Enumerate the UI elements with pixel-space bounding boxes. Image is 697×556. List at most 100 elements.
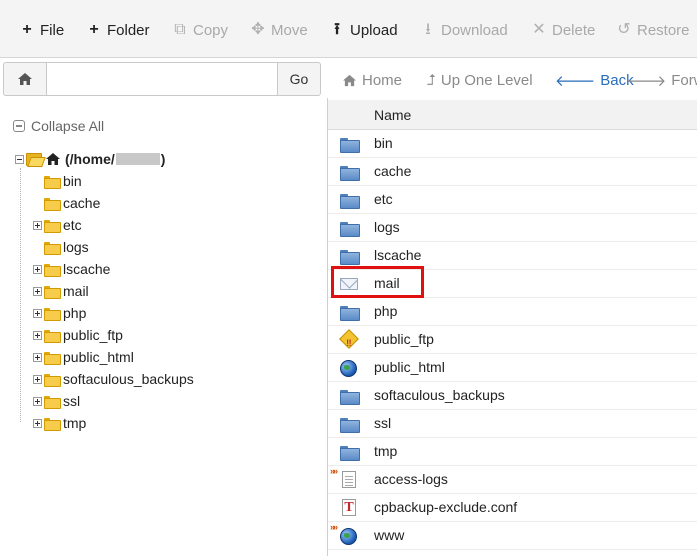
expand-toggle-icon[interactable] bbox=[33, 286, 42, 296]
expand-toggle-icon[interactable] bbox=[33, 418, 42, 428]
new-file-button[interactable]: + File bbox=[19, 20, 64, 40]
go-label: Go bbox=[289, 71, 309, 87]
plus-icon: + bbox=[89, 21, 99, 38]
download-icon: ⭳ bbox=[425, 21, 431, 38]
file-row-ssl[interactable]: ssl bbox=[328, 410, 697, 438]
expand-toggle-icon[interactable] bbox=[33, 220, 42, 230]
copy-button[interactable]: ⧉ Copy bbox=[172, 20, 228, 40]
restore-button[interactable]: ↺ Restore bbox=[616, 20, 690, 40]
upload-button[interactable]: ⭱ Upload bbox=[329, 20, 397, 40]
tree-item-cache[interactable]: cache bbox=[33, 194, 100, 212]
tree-item-label: public_ftp bbox=[63, 327, 123, 343]
restore-label: Restore bbox=[637, 21, 690, 39]
tree-item-label: softaculous_backups bbox=[63, 371, 194, 387]
name-column-header[interactable]: Name bbox=[374, 107, 411, 123]
tree-item-public-html[interactable]: public_html bbox=[33, 348, 134, 366]
tree-item-label: etc bbox=[63, 217, 82, 233]
folder-icon bbox=[44, 175, 61, 189]
expand-toggle-icon[interactable] bbox=[33, 352, 42, 362]
tree-item-lscache[interactable]: lscache bbox=[33, 260, 110, 278]
tree-item-bin[interactable]: bin bbox=[33, 172, 82, 190]
expand-toggle-icon[interactable] bbox=[33, 330, 42, 340]
ftp-icon: ‼ bbox=[339, 329, 359, 349]
tree-root[interactable]: (/home/ ) bbox=[15, 150, 165, 168]
tree-item-public-ftp[interactable]: public_ftp bbox=[33, 326, 123, 344]
folder-icon bbox=[44, 285, 61, 299]
tree-item-label: cache bbox=[63, 195, 101, 211]
file-row-bin[interactable]: bin bbox=[328, 130, 697, 158]
file-row-softaculous-backups[interactable]: softaculous_backups bbox=[328, 382, 697, 410]
upload-icon: ⭱ bbox=[334, 21, 340, 38]
plus-icon: + bbox=[22, 21, 32, 38]
tree-item-softaculous-backups[interactable]: softaculous_backups bbox=[33, 370, 194, 388]
expand-toggle-icon[interactable] bbox=[33, 308, 42, 318]
file-row-public-html[interactable]: public_html bbox=[328, 354, 697, 382]
file-row-php[interactable]: php bbox=[328, 298, 697, 326]
forward-button[interactable]: 🡒 Forward bbox=[626, 70, 697, 90]
file-row-etc[interactable]: etc bbox=[328, 186, 697, 214]
new-folder-button[interactable]: + Folder bbox=[86, 20, 149, 40]
arrow-left-icon: 🡐 bbox=[555, 72, 596, 90]
folder-icon bbox=[44, 219, 61, 233]
file-name-label: lscache bbox=[374, 247, 422, 263]
delete-button[interactable]: ✕ Delete bbox=[531, 20, 595, 40]
home-icon bbox=[18, 73, 32, 85]
file-row-public-ftp[interactable]: ‼ public_ftp bbox=[328, 326, 697, 354]
go-button[interactable]: Go bbox=[278, 62, 321, 96]
new-file-label: File bbox=[40, 21, 65, 39]
file-name-label: tmp bbox=[374, 443, 398, 459]
folder-icon bbox=[44, 241, 61, 255]
tree-item-php[interactable]: php bbox=[33, 304, 86, 322]
text-file-icon: T bbox=[340, 499, 358, 517]
file-row-www[interactable]: »» www bbox=[328, 522, 697, 550]
redacted-username bbox=[115, 153, 160, 165]
tree-item-mail[interactable]: mail bbox=[33, 282, 89, 300]
tree-item-label: tmp bbox=[63, 415, 87, 431]
file-row-tmp[interactable]: tmp bbox=[328, 438, 697, 466]
file-name-label: bin bbox=[374, 135, 393, 151]
copy-icon: ⧉ bbox=[174, 21, 186, 38]
symlink-document-icon: »» bbox=[330, 466, 358, 489]
expand-toggle-icon[interactable] bbox=[33, 264, 42, 274]
file-name-label: ssl bbox=[374, 415, 392, 431]
folder-icon bbox=[340, 443, 360, 461]
restore-icon: ↺ bbox=[617, 21, 631, 38]
nav-home-button[interactable]: Home bbox=[342, 70, 402, 90]
move-icon: ✥ bbox=[251, 21, 265, 38]
tree-item-label: php bbox=[63, 305, 87, 321]
up-one-level-button[interactable]: ⮥ Up One Level bbox=[427, 70, 533, 90]
file-name-label: public_ftp bbox=[374, 331, 434, 347]
tree-item-ssl[interactable]: ssl bbox=[33, 392, 80, 410]
tree-item-tmp[interactable]: tmp bbox=[33, 414, 86, 432]
file-name-label: cpbackup-exclude.conf bbox=[374, 499, 518, 515]
expand-toggle-icon[interactable] bbox=[33, 374, 42, 384]
symlink-arrow-icon: »» bbox=[330, 466, 338, 476]
folder-icon bbox=[340, 191, 360, 209]
move-button[interactable]: ✥ Move bbox=[250, 20, 307, 40]
symlink-arrow-icon: »» bbox=[330, 522, 338, 532]
up-one-level-label: Up One Level bbox=[440, 71, 533, 89]
tree-item-etc[interactable]: etc bbox=[33, 216, 82, 234]
tree-connector bbox=[20, 168, 21, 422]
globe-icon bbox=[340, 359, 358, 377]
collapse-toggle-icon[interactable] bbox=[15, 154, 24, 164]
file-name-label: etc bbox=[374, 191, 393, 207]
folder-icon bbox=[44, 351, 61, 365]
back-button[interactable]: 🡐 Back bbox=[555, 70, 634, 90]
folder-icon bbox=[44, 307, 61, 321]
file-row-access-logs[interactable]: »» access-logs bbox=[328, 466, 697, 494]
file-row-cpbackup-exclude-conf[interactable]: Tcpbackup-exclude.conf bbox=[328, 494, 697, 522]
home-path-button[interactable] bbox=[3, 62, 46, 96]
file-row-cache[interactable]: cache bbox=[328, 158, 697, 186]
tree-item-logs[interactable]: logs bbox=[33, 238, 89, 256]
list-header: Name bbox=[328, 100, 697, 130]
close-icon: ✕ bbox=[532, 21, 546, 38]
collapse-all-button[interactable]: Collapse All bbox=[13, 118, 104, 134]
file-name-label: www bbox=[374, 527, 405, 543]
path-input[interactable] bbox=[46, 62, 278, 96]
expand-toggle-icon[interactable] bbox=[33, 396, 42, 406]
home-icon bbox=[46, 153, 60, 165]
file-row-logs[interactable]: logs bbox=[328, 214, 697, 242]
download-button[interactable]: ⭳ Download bbox=[420, 20, 508, 40]
collapse-icon bbox=[13, 120, 25, 132]
